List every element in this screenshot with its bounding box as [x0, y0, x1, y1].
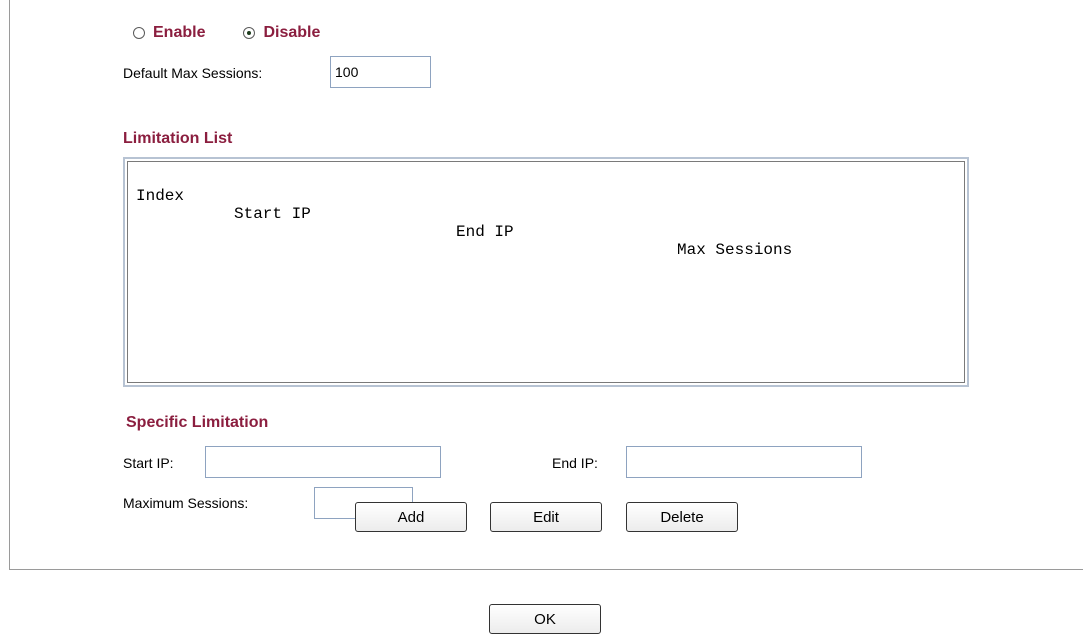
disable-radio-label: Disable — [263, 24, 321, 41]
end-ip-label: End IP: — [552, 455, 598, 471]
start-ip-label: Start IP: — [123, 455, 174, 471]
default-max-sessions-input[interactable] — [330, 56, 431, 88]
default-max-sessions-label: Default Max Sessions: — [123, 65, 263, 81]
column-header-start-ip: Start IP — [234, 205, 311, 223]
edit-button[interactable]: Edit — [490, 502, 602, 532]
column-header-max-sessions: Max Sessions — [677, 241, 793, 259]
column-header-end-ip: End IP — [456, 223, 514, 241]
delete-button[interactable]: Delete — [626, 502, 738, 532]
disable-radio-icon[interactable] — [243, 27, 256, 39]
start-ip-input[interactable] — [205, 446, 441, 478]
add-button[interactable]: Add — [355, 502, 467, 532]
column-header-index: Index — [136, 187, 185, 205]
mode-radio-group: Enable Disable — [133, 24, 358, 42]
limitation-listbox-frame: Index Start IP End IP Max Sessions — [127, 161, 965, 383]
ok-button[interactable]: OK — [489, 604, 601, 634]
disable-radio[interactable]: Disable — [243, 24, 320, 42]
specific-limitation-title: Specific Limitation — [126, 414, 269, 431]
enable-radio-icon[interactable] — [133, 27, 145, 39]
enable-radio[interactable]: Enable — [133, 24, 205, 42]
list-header-row: Index Start IP End IP Max Sessions — [136, 169, 964, 277]
end-ip-input[interactable] — [626, 446, 862, 478]
limitation-list-title: Limitation List — [123, 130, 233, 147]
enable-radio-label: Enable — [153, 24, 206, 41]
maximum-sessions-label: Maximum Sessions: — [123, 495, 249, 511]
limitation-listbox[interactable]: Index Start IP End IP Max Sessions — [123, 157, 969, 387]
